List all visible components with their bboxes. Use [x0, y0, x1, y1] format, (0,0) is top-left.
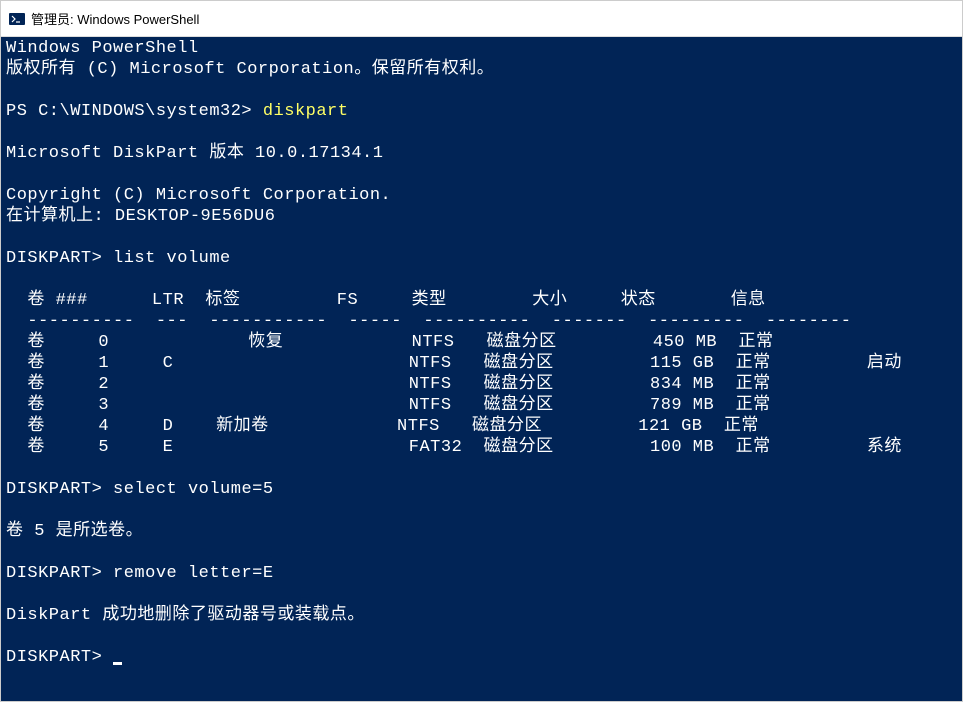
cmd-list-volume: list volume: [113, 249, 231, 268]
volume-row-4: 卷 4 D 新加卷 NTFS 磁盘分区 121 GB 正常: [6, 417, 759, 436]
diskpart-prompt-4: DISKPART>: [6, 648, 102, 667]
diskpart-prompt-1: DISKPART>: [6, 249, 102, 268]
volume-row-1: 卷 1 C NTFS 磁盘分区 115 GB 正常 启动: [6, 354, 902, 373]
volume-row-5: 卷 5 E FAT32 磁盘分区 100 MB 正常 系统: [6, 438, 902, 457]
cmd-diskpart: diskpart: [263, 102, 349, 121]
powershell-window: 管理员: Windows PowerShell Windows PowerShe…: [0, 0, 963, 702]
diskpart-prompt-3: DISKPART>: [6, 564, 102, 583]
volume-table-header: 卷 ### LTR 标签 FS 类型 大小 状态 信息: [6, 291, 766, 310]
volume-row-0: 卷 0 恢复 NTFS 磁盘分区 450 MB 正常: [6, 333, 774, 352]
volume-table-divider: ---------- --- ----------- ----- -------…: [6, 312, 851, 331]
titlebar[interactable]: 管理员: Windows PowerShell: [1, 1, 962, 37]
cursor: [113, 662, 122, 665]
ps-prompt: PS C:\WINDOWS\system32>: [6, 102, 252, 121]
ps-header-1: Windows PowerShell: [6, 39, 199, 58]
powershell-icon: [9, 11, 25, 27]
volume-row-2: 卷 2 NTFS 磁盘分区 834 MB 正常: [6, 375, 771, 394]
window-title: 管理员: Windows PowerShell: [31, 9, 199, 28]
msg-letter-removed: DiskPart 成功地删除了驱动器号或装载点。: [6, 606, 365, 625]
console-output[interactable]: Windows PowerShell 版权所有 (C) Microsoft Co…: [1, 37, 962, 701]
diskpart-version: Microsoft DiskPart 版本 10.0.17134.1: [6, 144, 383, 163]
cmd-select-volume: select volume=5: [113, 480, 274, 499]
msg-volume-selected: 卷 5 是所选卷。: [6, 522, 143, 541]
cmd-remove-letter: remove letter=E: [113, 564, 274, 583]
volume-row-3: 卷 3 NTFS 磁盘分区 789 MB 正常: [6, 396, 771, 415]
diskpart-copyright: Copyright (C) Microsoft Corporation.: [6, 186, 391, 205]
diskpart-computer: 在计算机上: DESKTOP-9E56DU6: [6, 207, 275, 226]
ps-header-2: 版权所有 (C) Microsoft Corporation。保留所有权利。: [6, 60, 494, 79]
diskpart-prompt-2: DISKPART>: [6, 480, 102, 499]
